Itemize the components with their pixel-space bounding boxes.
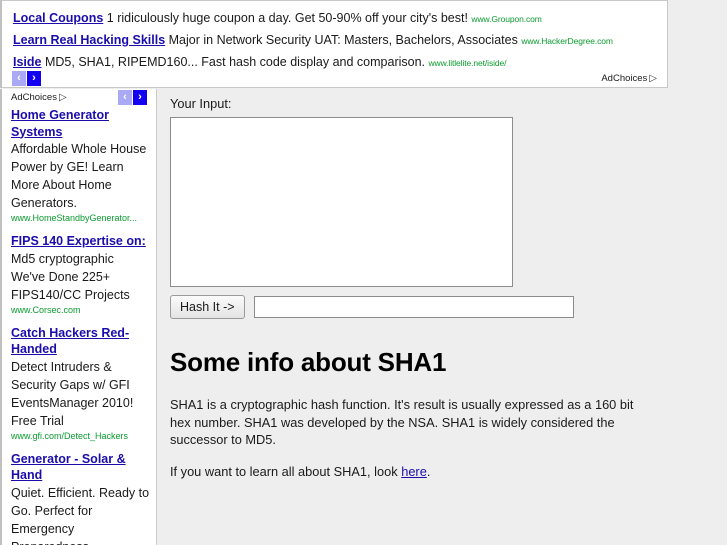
info-paragraph-2-suffix: . [426, 463, 431, 479]
banner-ad-title-link[interactable]: Local Coupons [13, 11, 103, 25]
banner-ad-row: Local Coupons 1 ridiculously huge coupon… [13, 11, 542, 26]
hash-input-textarea[interactable] [170, 117, 513, 287]
sidebar-ad-description: Md5 cryptographic We've Done 225+ FIPS14… [11, 251, 130, 302]
banner-ad-description: MD5, SHA1, RIPEMD160... Fast hash code d… [44, 55, 426, 69]
sidebar-ad-title-link[interactable]: Home Generator Systems [11, 107, 150, 140]
banner-ad-description: Major in Network Security UAT: Masters, … [168, 33, 518, 47]
input-label: Your Input: [170, 96, 232, 111]
page-title: Some info about SHA1 [170, 347, 447, 377]
sidebar-ad-item: FIPS 140 Expertise on: Md5 cryptographic… [2, 233, 156, 316]
main-content: Your Input: Hash It -> Some info about S… [170, 96, 715, 494]
sidebar-adchoices-link[interactable]: AdChoices ▷ [11, 92, 67, 103]
hash-form-row: Hash It -> [170, 295, 715, 319]
page-root: Local Coupons 1 ridiculously huge coupon… [0, 0, 727, 545]
chevron-right-icon[interactable]: › [133, 90, 147, 105]
adchoices-label: AdChoices [11, 92, 57, 103]
sidebar-ad-description: Affordable Whole House Power by GE! Lear… [11, 142, 147, 210]
sidebar-ad-description: Quiet. Efficient. Ready to Go. Perfect f… [11, 485, 150, 545]
sidebar-ad-description: Detect Intruders & Security Gaps w/ GFI … [11, 359, 134, 428]
banner-ad-url[interactable]: www.HackerDegree.com [521, 36, 613, 46]
chevron-right-icon[interactable]: › [27, 71, 41, 86]
sidebar-ad-item: Generator - Solar & Hand Quiet. Efficien… [2, 451, 156, 545]
sidebar-ad-title-link[interactable]: FIPS 140 Expertise on: [11, 233, 150, 250]
adchoices-triangle-icon: ▷ [649, 73, 657, 84]
sidebar-ad-url[interactable]: www.Corsec.com [11, 304, 150, 316]
banner-ad-url[interactable]: www.Groupon.com [471, 14, 541, 24]
info-paragraph-1: SHA1 is a cryptographic hash function. I… [170, 397, 634, 447]
sidebar-ad-title-link[interactable]: Catch Hackers Red-Handed [11, 325, 150, 358]
info-paragraph-2-prefix: If you want to learn all about SHA1, loo… [170, 463, 402, 479]
sidebar-header: AdChoices ▷ ‹ › [2, 89, 156, 107]
adchoices-label: AdChoices [601, 73, 648, 84]
sidebar-ad-column: AdChoices ▷ ‹ › Home Generator Systems Af… [0, 89, 157, 545]
chevron-left-icon[interactable]: ‹ [12, 71, 26, 86]
hash-result-input[interactable] [253, 296, 574, 318]
adchoices-triangle-icon: ▷ [58, 92, 67, 103]
banner-ad-row: Iside MD5, SHA1, RIPEMD160... Fast hash … [13, 55, 507, 70]
sha1-learn-more-link[interactable]: here [401, 464, 427, 479]
sidebar-ad-title-link[interactable]: Generator - Solar & Hand [11, 451, 150, 484]
sidebar-ad-item: Catch Hackers Red-Handed Detect Intruder… [2, 325, 156, 442]
banner-ad-row: Learn Real Hacking Skills Major in Netwo… [13, 33, 613, 48]
chevron-left-icon[interactable]: ‹ [118, 90, 132, 105]
hash-it-button[interactable]: Hash It -> [170, 295, 245, 319]
sidebar-ad-url[interactable]: www.gfi.com/Detect_Hackers [11, 430, 150, 442]
banner-ad-description: 1 ridiculously huge coupon a day. Get 50… [106, 11, 468, 25]
banner-ad-title-link[interactable]: Iside [13, 55, 42, 69]
info-paragraph-2: If you want to learn all about SHA1, loo… [170, 463, 640, 481]
sidebar-ad-item: Home Generator Systems Affordable Whole … [2, 107, 156, 224]
banner-ad-url[interactable]: www.litlelite.net/iside/ [429, 58, 507, 68]
banner-ad-title-link[interactable]: Learn Real Hacking Skills [13, 33, 165, 47]
banner-pager: ‹ › [12, 71, 41, 86]
sidebar-ad-url[interactable]: www.HomeStandbyGenerator... [11, 212, 150, 224]
banner-adchoices-link[interactable]: AdChoices ▷ [601, 73, 657, 84]
sidebar-pager: ‹ › [118, 90, 147, 105]
top-banner-ad-block: Local Coupons 1 ridiculously huge coupon… [0, 0, 668, 88]
